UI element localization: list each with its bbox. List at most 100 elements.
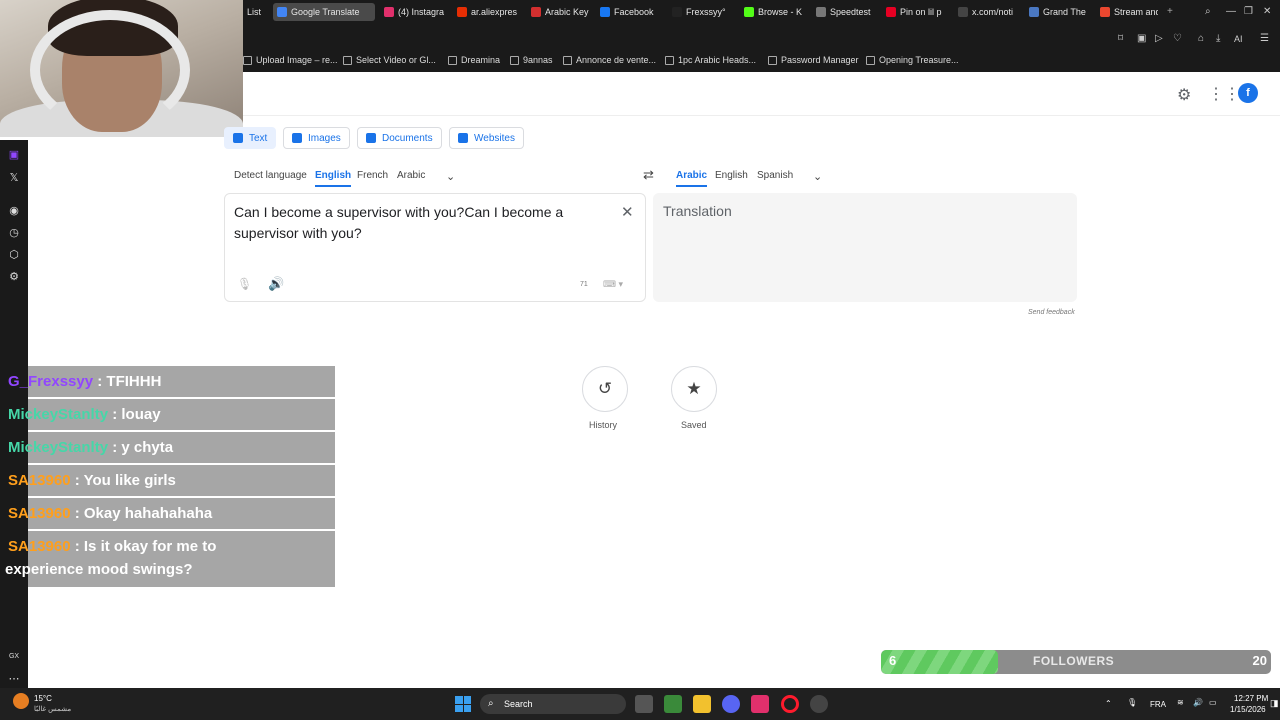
twitch-icon[interactable]: ▣ bbox=[7, 148, 21, 162]
bookmark-label: Dreamina bbox=[461, 55, 501, 65]
settings-icon[interactable]: ⚙ bbox=[1177, 85, 1191, 105]
browser-tab[interactable]: List bbox=[243, 3, 265, 21]
tab-favicon-icon bbox=[744, 7, 754, 17]
microphone-icon[interactable]: 🎙 bbox=[237, 277, 252, 291]
wifi-icon[interactable]: ≋ bbox=[1177, 698, 1184, 707]
player-icon[interactable]: ◉ bbox=[7, 204, 21, 218]
start-tile bbox=[463, 696, 471, 704]
taskbar-search[interactable]: ⌕ Search bbox=[480, 694, 626, 714]
instagram-icon[interactable] bbox=[751, 695, 769, 713]
source-lang-more-icon[interactable]: ⌄ bbox=[446, 170, 455, 183]
download-icon[interactable]: ⤓ bbox=[1216, 33, 1220, 45]
source-lang-english[interactable]: English bbox=[315, 170, 352, 187]
battery-icon[interactable]: ▭ bbox=[1209, 698, 1217, 707]
target-lang-arabic[interactable]: Arabic bbox=[676, 170, 708, 187]
notifications-icon[interactable]: ◨ bbox=[1270, 698, 1279, 709]
extensions-icon[interactable]: ⬡ bbox=[7, 248, 21, 262]
browser-tab[interactable]: x.com/noti bbox=[954, 3, 1022, 21]
restore-icon[interactable]: ❐ bbox=[1244, 6, 1253, 18]
ai-button[interactable]: AI bbox=[1234, 33, 1243, 45]
gx-icon[interactable]: GX bbox=[7, 650, 21, 664]
translation-placeholder: Translation bbox=[663, 203, 732, 219]
minecraft-icon[interactable] bbox=[664, 695, 682, 713]
bookmark-item[interactable]: Opening Treasure... bbox=[866, 51, 959, 69]
chat-username: SA13960 bbox=[8, 472, 71, 489]
mode-text-button[interactable]: Text bbox=[224, 127, 277, 149]
clear-text-icon[interactable]: ✕ bbox=[621, 203, 634, 221]
bookmark-item[interactable]: Select Video or Gl... bbox=[343, 51, 436, 69]
chat-message: SA13960 : Okay hahahahaha bbox=[8, 498, 335, 529]
new-tab-icon[interactable]: + bbox=[1167, 6, 1173, 18]
chat-message: SA13960 : Is it okay for me to experience… bbox=[5, 531, 335, 587]
chat-line: SA13960 : Okay hahahahaha bbox=[8, 498, 335, 529]
task-view-icon[interactable] bbox=[635, 695, 653, 713]
windows-start-icon[interactable] bbox=[455, 696, 471, 712]
menu-icon[interactable]: ☰ bbox=[1260, 33, 1269, 45]
apps-grid-icon[interactable]: ⋮⋮ bbox=[1208, 84, 1240, 104]
bookmark-label: 1pc Arabic Heads... bbox=[678, 55, 757, 65]
play-icon[interactable]: ▷ bbox=[1155, 33, 1163, 45]
browser-tab[interactable]: Stream and bbox=[1096, 3, 1158, 21]
browser-tab[interactable]: ar.aliexpres bbox=[453, 3, 523, 21]
history-sidebar-icon[interactable]: ◷ bbox=[7, 226, 21, 240]
history-button[interactable]: ↺ bbox=[582, 366, 628, 412]
volume-icon[interactable]: 🔊 bbox=[1193, 698, 1203, 707]
source-text[interactable]: Can I become a supervisor with you?Can I… bbox=[234, 202, 614, 244]
mode-websites-button[interactable]: Websites bbox=[449, 127, 524, 149]
browser-tab[interactable]: Arabic Key bbox=[527, 3, 591, 21]
tray-mic-icon[interactable]: 🎙 bbox=[1127, 698, 1137, 707]
chat-message: MickeyStanlty : louay bbox=[8, 399, 335, 430]
clock-date[interactable]: 1/15/2026 bbox=[1230, 705, 1266, 714]
browser-tab[interactable]: Frexssyy° bbox=[668, 3, 736, 21]
wallet-icon[interactable]: ⌂ bbox=[1198, 33, 1204, 45]
bookmark-item[interactable]: 9annas bbox=[510, 51, 553, 69]
clock-time[interactable]: 12:27 PM bbox=[1234, 694, 1268, 703]
close-window-icon[interactable]: ✕ bbox=[1263, 6, 1271, 18]
opera-gx-icon[interactable] bbox=[781, 695, 799, 713]
listen-icon[interactable]: 🔊 bbox=[268, 276, 284, 292]
browser-tab[interactable]: Browse - K bbox=[740, 3, 808, 21]
followers-goal-bar: 6 FOLLOWERS 20 bbox=[881, 650, 1271, 674]
account-avatar[interactable]: f bbox=[1238, 83, 1258, 103]
discord-icon[interactable] bbox=[722, 695, 740, 713]
bookmark-item[interactable]: Annonce de vente... bbox=[563, 51, 656, 69]
browser-tab[interactable]: Google Translate bbox=[273, 3, 375, 21]
bookmark-item[interactable]: Dreamina bbox=[448, 51, 500, 69]
tray-overflow-icon[interactable]: ⌃ bbox=[1105, 699, 1112, 708]
bookmark-item[interactable]: Password Manager bbox=[768, 51, 859, 69]
browser-tab[interactable]: Pin on lil p bbox=[882, 3, 950, 21]
settings-sidebar-icon[interactable]: ⚙ bbox=[7, 270, 21, 284]
browser-tab[interactable]: (4) Instagra bbox=[380, 3, 448, 21]
search-tabs-icon[interactable]: ⌕ bbox=[1205, 6, 1211, 18]
more-icon[interactable]: ⋯ bbox=[7, 672, 21, 686]
x-icon[interactable]: 𝕏 bbox=[7, 171, 21, 185]
browser-tab[interactable]: Facebook bbox=[596, 3, 664, 21]
mode-documents-button[interactable]: Documents bbox=[357, 127, 442, 149]
weather-desc: مشمس غالبًا bbox=[34, 706, 72, 713]
input-language[interactable]: FRA bbox=[1150, 700, 1166, 709]
target-lang-english[interactable]: English bbox=[715, 170, 748, 181]
bookmark-item[interactable]: 1pc Arabic Heads... bbox=[665, 51, 756, 69]
screenshot-icon[interactable]: ▣ bbox=[1137, 33, 1146, 45]
heart-icon[interactable]: ♡ bbox=[1173, 33, 1182, 45]
mode-images-button[interactable]: Images bbox=[283, 127, 350, 149]
image-icon bbox=[292, 133, 302, 143]
source-lang-french[interactable]: French bbox=[357, 170, 388, 181]
browser-tab[interactable]: Grand The bbox=[1025, 3, 1093, 21]
keyboard-icon[interactable]: ⌨ ▾ bbox=[603, 279, 623, 290]
bookmark-item[interactable]: Upload Image – re... bbox=[243, 51, 338, 69]
steam-icon[interactable] bbox=[810, 695, 828, 713]
saved-button[interactable]: ★ bbox=[671, 366, 717, 412]
file-explorer-icon[interactable] bbox=[693, 695, 711, 713]
target-lang-spanish[interactable]: Spanish bbox=[757, 170, 793, 181]
mode-documents-label: Documents bbox=[382, 132, 433, 144]
bookmark-icon[interactable]: ⌑ bbox=[1118, 33, 1123, 45]
target-lang-more-icon[interactable]: ⌄ bbox=[813, 170, 822, 183]
browser-tab[interactable]: Speedtest bbox=[812, 3, 878, 21]
send-feedback-link[interactable]: Send feedback bbox=[1028, 309, 1075, 316]
minimize-icon[interactable]: — bbox=[1226, 6, 1236, 18]
tab-label: Grand The bbox=[1043, 7, 1086, 17]
source-lang-arabic[interactable]: Arabic bbox=[397, 170, 425, 181]
swap-languages-icon[interactable]: ⇄ bbox=[643, 167, 654, 183]
source-lang-detect[interactable]: Detect language bbox=[234, 170, 307, 181]
